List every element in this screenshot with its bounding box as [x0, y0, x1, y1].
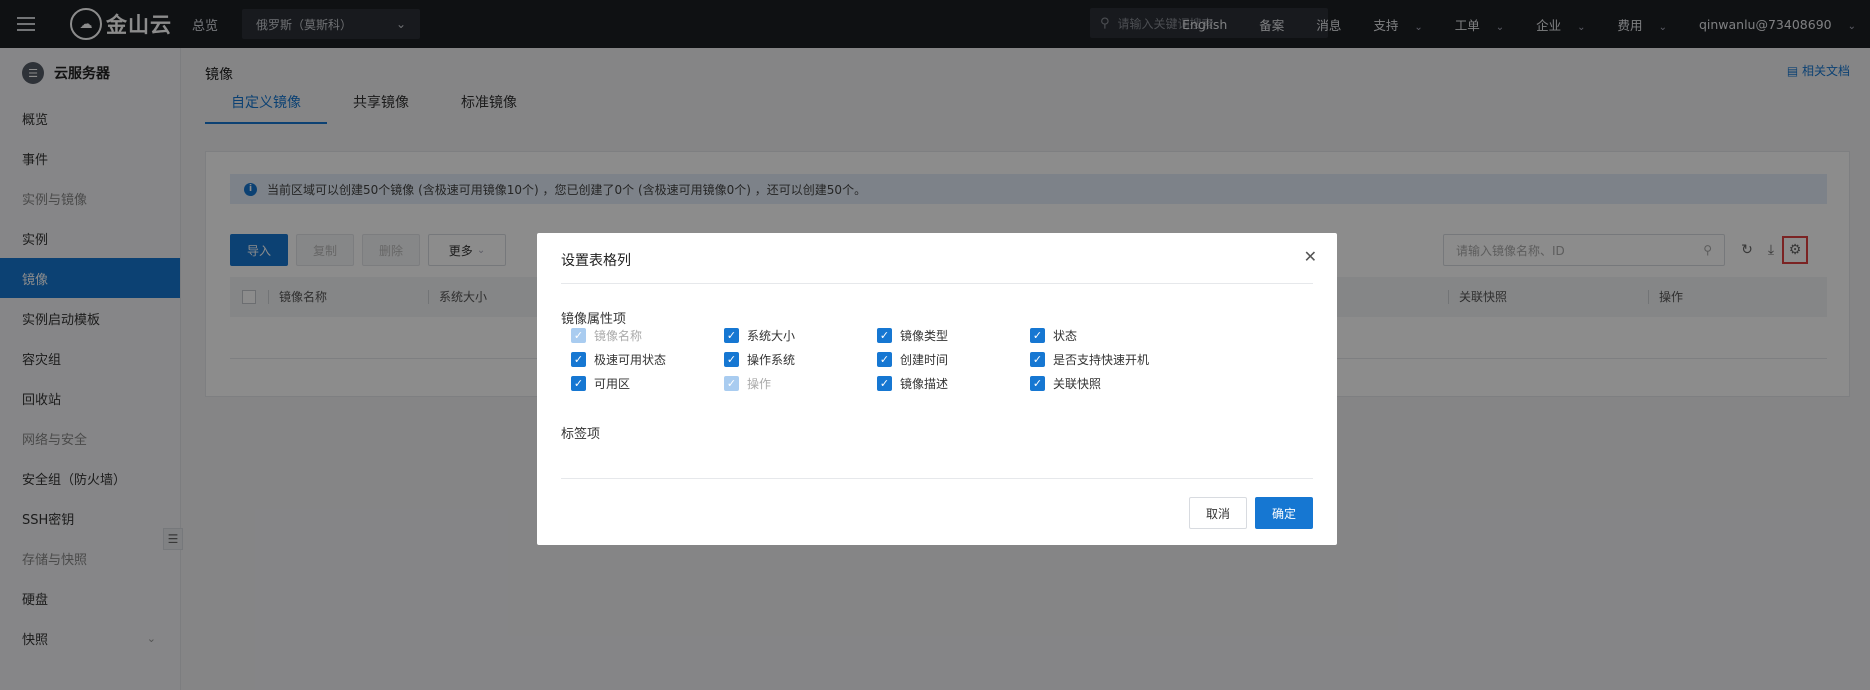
section-tags: 标签项	[561, 427, 601, 442]
column-checkbox: ✓ 操作	[724, 375, 877, 392]
column-checkbox[interactable]: ✓ 状态	[1030, 327, 1183, 344]
checkbox-label: 操作	[747, 377, 772, 391]
checkmark-icon[interactable]: ✓	[1030, 328, 1045, 343]
column-checkbox[interactable]: ✓ 关联快照	[1030, 375, 1183, 392]
checkbox-label: 系统大小	[747, 329, 796, 343]
checkbox-row: ✓ 可用区 ✓ 操作 ✓ 镜像描述 ✓ 关联快照	[571, 375, 1183, 392]
checkbox-label: 可用区	[594, 377, 631, 391]
checkmark-icon: ✓	[724, 376, 739, 391]
checkbox-label: 操作系统	[747, 353, 796, 367]
close-icon[interactable]: ✕	[1304, 247, 1317, 266]
checkbox-label: 关联快照	[1053, 377, 1102, 391]
checkbox-label: 镜像类型	[900, 329, 949, 343]
divider	[561, 478, 1313, 479]
dialog-title: 设置表格列	[561, 253, 631, 269]
column-checkbox[interactable]: ✓ 操作系统	[724, 351, 877, 368]
checkmark-icon[interactable]: ✓	[571, 352, 586, 367]
column-checkbox[interactable]: ✓ 系统大小	[724, 327, 877, 344]
checkbox-label: 创建时间	[900, 353, 949, 367]
checkmark-icon[interactable]: ✓	[877, 352, 892, 367]
column-checkbox[interactable]: ✓ 镜像类型	[877, 327, 1030, 344]
column-checkbox[interactable]: ✓ 极速可用状态	[571, 351, 724, 368]
checkbox-label: 是否支持快速开机	[1053, 353, 1150, 367]
checkmark-icon[interactable]: ✓	[877, 376, 892, 391]
checkbox-label: 极速可用状态	[594, 353, 667, 367]
section-image-attributes: 镜像属性项	[561, 312, 627, 327]
checkbox-label: 镜像描述	[900, 377, 949, 391]
checkbox-label: 镜像名称	[594, 329, 643, 343]
checkbox-label: 状态	[1053, 329, 1078, 343]
divider	[561, 283, 1313, 284]
cancel-button[interactable]: 取消	[1189, 497, 1247, 529]
checkmark-icon: ✓	[571, 328, 586, 343]
checkmark-icon[interactable]: ✓	[1030, 352, 1045, 367]
checkmark-icon[interactable]: ✓	[1030, 376, 1045, 391]
column-checkbox[interactable]: ✓ 是否支持快速开机	[1030, 351, 1183, 368]
column-checkbox[interactable]: ✓ 创建时间	[877, 351, 1030, 368]
column-checkbox: ✓ 镜像名称	[571, 327, 724, 344]
checkbox-row: ✓ 镜像名称 ✓ 系统大小 ✓ 镜像类型 ✓ 状态	[571, 327, 1183, 344]
column-checkbox[interactable]: ✓ 镜像描述	[877, 375, 1030, 392]
checkbox-row: ✓ 极速可用状态 ✓ 操作系统 ✓ 创建时间 ✓ 是否支持快速开机	[571, 351, 1183, 368]
checkmark-icon[interactable]: ✓	[724, 328, 739, 343]
column-checkbox[interactable]: ✓ 可用区	[571, 375, 724, 392]
checkmark-icon[interactable]: ✓	[571, 376, 586, 391]
set-table-columns-dialog: 设置表格列 ✕ 镜像属性项 ✓ 镜像名称 ✓ 系统大小 ✓ 镜像类型 ✓ 状态 ✓ 极速可用状态 ✓…	[537, 233, 1337, 545]
confirm-button[interactable]: 确定	[1255, 497, 1313, 529]
checkmark-icon[interactable]: ✓	[724, 352, 739, 367]
checkmark-icon[interactable]: ✓	[877, 328, 892, 343]
